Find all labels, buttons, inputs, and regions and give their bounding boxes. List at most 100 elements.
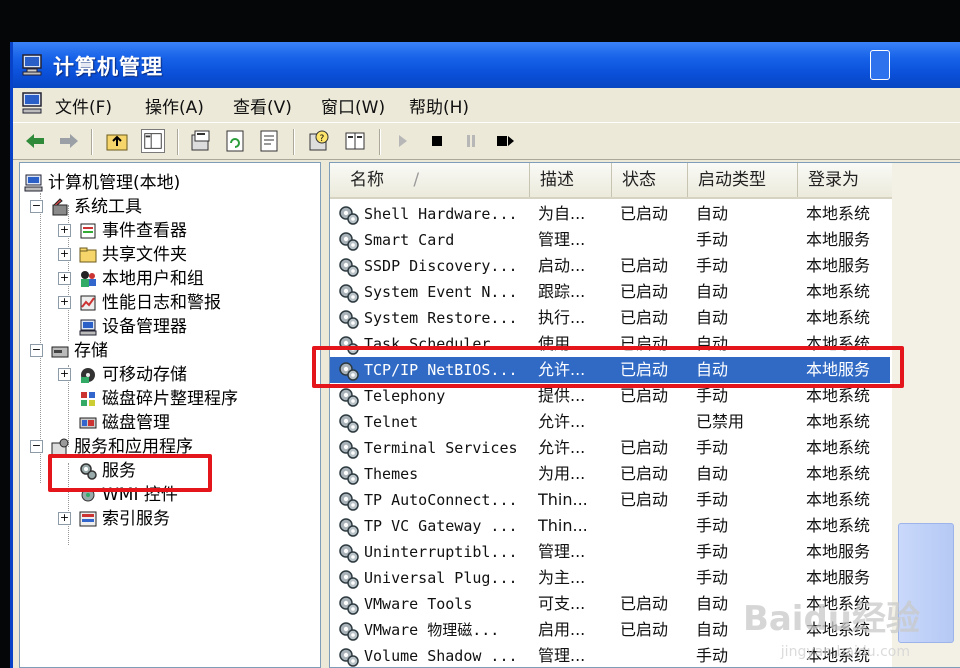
column-header-description[interactable]: 描述 xyxy=(530,163,612,197)
help-icon[interactable]: ? xyxy=(307,129,331,153)
service-status: 已启动 xyxy=(620,490,669,509)
service-gear-icon xyxy=(338,490,360,512)
refresh-icon[interactable] xyxy=(223,129,247,153)
service-row[interactable]: Smart Card 管理... 手动 本地服务 xyxy=(330,227,890,253)
play-icon[interactable] xyxy=(391,129,415,153)
service-description: 允许... xyxy=(538,412,586,431)
service-description: 启动... xyxy=(538,256,586,275)
expand-toggle[interactable]: + xyxy=(58,368,71,381)
service-startup-type: 自动 xyxy=(696,282,729,301)
system-menu-icon[interactable] xyxy=(21,92,45,114)
minimize-button[interactable] xyxy=(870,50,890,80)
service-row[interactable]: Themes 为用... 已启动 自动 本地系统 xyxy=(330,461,890,487)
service-row[interactable]: TP AutoConnect... Thin... 已启动 手动 本地系统 xyxy=(330,487,890,513)
service-name: Smart Card xyxy=(364,231,455,249)
service-row[interactable]: Terminal Services 允许... 已启动 手动 本地系统 xyxy=(330,435,890,461)
stop-icon[interactable] xyxy=(425,129,449,153)
annotation-highlight-netbios xyxy=(312,346,904,388)
collapse-toggle[interactable]: − xyxy=(30,440,43,453)
service-row[interactable]: Shell Hardware... 为自... 已启动 自动 本地系统 xyxy=(330,201,890,227)
title-bar[interactable]: 计算机管理 xyxy=(13,42,960,88)
annotation-highlight-services xyxy=(48,454,212,492)
service-description: Thin... xyxy=(538,490,588,509)
service-log-on-as: 本地服务 xyxy=(806,568,871,587)
menu-view[interactable]: 查看(V) xyxy=(233,93,292,118)
menu-action[interactable]: 操作(A) xyxy=(145,93,204,118)
column-header-status[interactable]: 状态 xyxy=(612,163,688,197)
expand-toggle[interactable]: + xyxy=(58,296,71,309)
restart-icon[interactable] xyxy=(493,129,517,153)
expand-toggle[interactable]: + xyxy=(58,248,71,261)
expand-toggle[interactable]: + xyxy=(58,512,71,525)
service-name: Themes xyxy=(364,465,419,483)
export-list-icon[interactable] xyxy=(257,129,281,153)
device-manager-icon xyxy=(79,319,97,336)
service-status: 已启动 xyxy=(620,620,669,639)
service-startup-type: 手动 xyxy=(696,256,729,275)
back-arrow-icon[interactable] xyxy=(23,129,47,153)
service-log-on-as: 本地系统 xyxy=(806,282,871,301)
service-description: 跟踪... xyxy=(538,282,586,301)
service-log-on-as: 本地系统 xyxy=(806,490,871,509)
service-name: VMware 物理磁... xyxy=(364,621,500,639)
storage-icon xyxy=(51,346,69,358)
service-name: TP VC Gateway ... xyxy=(364,517,518,535)
service-gear-icon xyxy=(338,412,360,434)
menu-help[interactable]: 帮助(H) xyxy=(409,93,469,118)
service-log-on-as: 本地系统 xyxy=(806,464,871,483)
service-row[interactable]: Universal Plug... 为主... 手动 本地服务 xyxy=(330,565,890,591)
tools-icon xyxy=(52,198,68,216)
service-description: 为自... xyxy=(538,204,586,223)
console-icon[interactable] xyxy=(343,129,367,153)
collapse-toggle[interactable]: − xyxy=(30,344,43,357)
service-log-on-as: 本地系统 xyxy=(806,412,871,431)
service-name: Volume Shadow ... xyxy=(364,647,518,665)
service-status: 已启动 xyxy=(620,204,669,223)
service-startup-type: 自动 xyxy=(696,308,729,327)
show-hide-tree-icon[interactable] xyxy=(141,129,165,153)
service-startup-type: 自动 xyxy=(696,464,729,483)
computer-management-icon xyxy=(22,54,42,76)
service-description: 执行... xyxy=(538,308,586,327)
service-row[interactable]: Telnet 允许... 已禁用 本地系统 xyxy=(330,409,890,435)
service-status: 已启动 xyxy=(620,594,669,613)
service-description: 为用... xyxy=(538,464,586,483)
column-header-log-on-as[interactable]: 登录为 xyxy=(798,163,898,197)
tree-label: 计算机管理(本地) xyxy=(48,173,181,193)
service-startup-type: 手动 xyxy=(696,516,729,535)
service-startup-type: 手动 xyxy=(696,542,729,561)
expand-toggle[interactable]: + xyxy=(58,272,71,285)
service-name: TP AutoConnect... xyxy=(364,491,518,509)
service-description: 允许... xyxy=(538,438,586,457)
collapse-toggle[interactable]: − xyxy=(30,200,43,213)
service-description: 管理... xyxy=(538,646,586,665)
toolbar-separator xyxy=(293,129,295,155)
service-gear-icon xyxy=(338,542,360,564)
service-gear-icon xyxy=(338,230,360,252)
tree-label: 本地用户和组 xyxy=(102,269,204,289)
computer-icon xyxy=(24,174,43,192)
service-row[interactable]: Uninterruptibl... 管理... 手动 本地服务 xyxy=(330,539,890,565)
forward-arrow-icon[interactable] xyxy=(57,129,81,153)
service-row[interactable]: System Restore... 执行... 已启动 自动 本地系统 xyxy=(330,305,890,331)
menu-window[interactable]: 窗口(W) xyxy=(321,93,385,118)
performance-icon xyxy=(80,295,96,311)
column-header-name[interactable]: 名称 / xyxy=(330,163,530,197)
pause-icon[interactable] xyxy=(459,129,483,153)
service-row[interactable]: TP VC Gateway ... Thin... 手动 本地系统 xyxy=(330,513,890,539)
properties-icon[interactable] xyxy=(189,129,213,153)
expand-toggle[interactable]: + xyxy=(58,224,71,237)
service-log-on-as: 本地服务 xyxy=(806,230,871,249)
service-row[interactable]: System Event N... 跟踪... 已启动 自动 本地系统 xyxy=(330,279,890,305)
service-name: Universal Plug... xyxy=(364,569,518,587)
service-log-on-as: 本地系统 xyxy=(806,438,871,457)
service-gear-icon xyxy=(338,204,360,226)
up-folder-icon[interactable] xyxy=(105,129,129,153)
service-row[interactable]: SSDP Discovery... 启动... 已启动 手动 本地服务 xyxy=(330,253,890,279)
pane-splitter[interactable] xyxy=(321,162,329,668)
service-gear-icon xyxy=(338,386,360,408)
toolbar-separator xyxy=(379,129,381,155)
column-header-startup-type[interactable]: 启动类型 xyxy=(688,163,798,197)
menu-file[interactable]: 文件(F) xyxy=(55,93,112,118)
service-status: 已启动 xyxy=(620,438,669,457)
